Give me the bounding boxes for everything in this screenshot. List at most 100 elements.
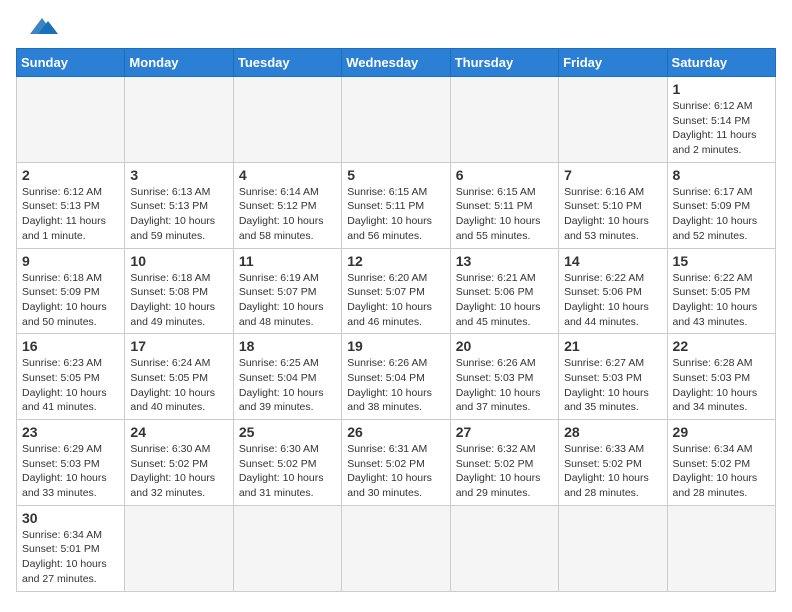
day-info: Sunrise: 6:29 AM Sunset: 5:03 PM Dayligh… [22,442,119,501]
day-info: Sunrise: 6:16 AM Sunset: 5:10 PM Dayligh… [564,185,661,244]
day-info: Sunrise: 6:22 AM Sunset: 5:05 PM Dayligh… [673,271,770,330]
calendar-cell: 13Sunrise: 6:21 AM Sunset: 5:06 PM Dayli… [450,248,558,334]
calendar-cell [342,505,450,591]
page-header [16,16,776,38]
calendar-cell: 5Sunrise: 6:15 AM Sunset: 5:11 PM Daylig… [342,162,450,248]
day-header-friday: Friday [559,49,667,77]
calendar-cell: 23 Sunrise: 6:29 AM Sunset: 5:03 PM Dayli… [17,420,125,506]
day-header-wednesday: Wednesday [342,49,450,77]
calendar-cell: 24Sunrise: 6:30 AM Sunset: 5:02 PM Dayli… [125,420,233,506]
calendar-cell [559,505,667,591]
day-number: 9 [22,253,119,269]
day-number: 17 [130,338,227,354]
day-number: 27 [456,424,553,440]
day-info: Sunrise: 6:27 AM Sunset: 5:03 PM Dayligh… [564,356,661,415]
calendar-cell [450,505,558,591]
day-info: Sunrise: 6:13 AM Sunset: 5:13 PM Dayligh… [130,185,227,244]
day-info: Sunrise: 6:12 AM Sunset: 5:14 PM Dayligh… [673,99,770,158]
logo-icon [20,16,58,38]
calendar-cell [667,505,775,591]
week-row-6: 30 Sunrise: 6:34 AM Sunset: 5:01 PM Dayli… [17,505,776,591]
day-info: Sunrise: 6:26 AM Sunset: 5:03 PM Dayligh… [456,356,553,415]
day-info: Sunrise: 6:24 AM Sunset: 5:05 PM Dayligh… [130,356,227,415]
day-number: 29 [673,424,770,440]
day-number: 13 [456,253,553,269]
calendar-cell: 7 Sunrise: 6:16 AM Sunset: 5:10 PM Daylig… [559,162,667,248]
day-info: Sunrise: 6:30 AM Sunset: 5:02 PM Dayligh… [130,442,227,501]
calendar-cell [342,77,450,163]
day-number: 19 [347,338,444,354]
week-row-2: 2 Sunrise: 6:12 AM Sunset: 5:13 PM Daylig… [17,162,776,248]
day-number: 25 [239,424,336,440]
calendar-cell: 22Sunrise: 6:28 AM Sunset: 5:03 PM Dayli… [667,334,775,420]
day-number: 8 [673,167,770,183]
day-number: 6 [456,167,553,183]
day-number: 30 [22,510,119,526]
day-number: 3 [130,167,227,183]
calendar-cell [125,77,233,163]
week-row-4: 16Sunrise: 6:23 AM Sunset: 5:05 PM Dayli… [17,334,776,420]
calendar-cell: 3 Sunrise: 6:13 AM Sunset: 5:13 PM Daylig… [125,162,233,248]
calendar-cell: 18Sunrise: 6:25 AM Sunset: 5:04 PM Dayli… [233,334,341,420]
week-row-1: 1 Sunrise: 6:12 AM Sunset: 5:14 PM Daylig… [17,77,776,163]
day-number: 10 [130,253,227,269]
week-row-5: 23 Sunrise: 6:29 AM Sunset: 5:03 PM Dayli… [17,420,776,506]
calendar-cell: 28Sunrise: 6:33 AM Sunset: 5:02 PM Dayli… [559,420,667,506]
day-info: Sunrise: 6:14 AM Sunset: 5:12 PM Dayligh… [239,185,336,244]
calendar-cell: 4 Sunrise: 6:14 AM Sunset: 5:12 PM Daylig… [233,162,341,248]
calendar-cell [17,77,125,163]
day-number: 16 [22,338,119,354]
day-number: 21 [564,338,661,354]
day-info: Sunrise: 6:30 AM Sunset: 5:02 PM Dayligh… [239,442,336,501]
calendar-cell: 10Sunrise: 6:18 AM Sunset: 5:08 PM Dayli… [125,248,233,334]
calendar-cell: 12 Sunrise: 6:20 AM Sunset: 5:07 PM Dayli… [342,248,450,334]
calendar-table: SundayMondayTuesdayWednesdayThursdayFrid… [16,48,776,592]
day-info: Sunrise: 6:19 AM Sunset: 5:07 PM Dayligh… [239,271,336,330]
calendar-cell: 26Sunrise: 6:31 AM Sunset: 5:02 PM Dayli… [342,420,450,506]
day-info: Sunrise: 6:33 AM Sunset: 5:02 PM Dayligh… [564,442,661,501]
day-number: 1 [673,81,770,97]
calendar-cell: 16Sunrise: 6:23 AM Sunset: 5:05 PM Dayli… [17,334,125,420]
day-number: 2 [22,167,119,183]
day-header-monday: Monday [125,49,233,77]
calendar-cell [233,77,341,163]
calendar-cell [450,77,558,163]
calendar-cell: 21 Sunrise: 6:27 AM Sunset: 5:03 PM Dayli… [559,334,667,420]
calendar-cell [233,505,341,591]
calendar-cell: 30 Sunrise: 6:34 AM Sunset: 5:01 PM Dayli… [17,505,125,591]
day-header-sunday: Sunday [17,49,125,77]
logo [16,16,58,38]
calendar-cell: 20Sunrise: 6:26 AM Sunset: 5:03 PM Dayli… [450,334,558,420]
week-row-3: 9Sunrise: 6:18 AM Sunset: 5:09 PM Daylig… [17,248,776,334]
calendar-cell: 1 Sunrise: 6:12 AM Sunset: 5:14 PM Daylig… [667,77,775,163]
day-number: 5 [347,167,444,183]
day-info: Sunrise: 6:15 AM Sunset: 5:11 PM Dayligh… [456,185,553,244]
calendar-cell: 19 Sunrise: 6:26 AM Sunset: 5:04 PM Dayli… [342,334,450,420]
day-number: 22 [673,338,770,354]
calendar-cell [125,505,233,591]
day-number: 23 [22,424,119,440]
day-info: Sunrise: 6:32 AM Sunset: 5:02 PM Dayligh… [456,442,553,501]
day-info: Sunrise: 6:34 AM Sunset: 5:02 PM Dayligh… [673,442,770,501]
day-number: 15 [673,253,770,269]
calendar-cell [559,77,667,163]
day-number: 12 [347,253,444,269]
calendar-cell: 27 Sunrise: 6:32 AM Sunset: 5:02 PM Dayli… [450,420,558,506]
day-header-thursday: Thursday [450,49,558,77]
day-info: Sunrise: 6:17 AM Sunset: 5:09 PM Dayligh… [673,185,770,244]
day-number: 4 [239,167,336,183]
day-number: 18 [239,338,336,354]
day-info: Sunrise: 6:26 AM Sunset: 5:04 PM Dayligh… [347,356,444,415]
day-info: Sunrise: 6:20 AM Sunset: 5:07 PM Dayligh… [347,271,444,330]
calendar-cell: 6 Sunrise: 6:15 AM Sunset: 5:11 PM Daylig… [450,162,558,248]
day-number: 7 [564,167,661,183]
calendar-cell: 9Sunrise: 6:18 AM Sunset: 5:09 PM Daylig… [17,248,125,334]
calendar-cell: 8 Sunrise: 6:17 AM Sunset: 5:09 PM Daylig… [667,162,775,248]
day-header-saturday: Saturday [667,49,775,77]
day-info: Sunrise: 6:12 AM Sunset: 5:13 PM Dayligh… [22,185,119,244]
calendar-cell: 17 Sunrise: 6:24 AM Sunset: 5:05 PM Dayli… [125,334,233,420]
day-number: 11 [239,253,336,269]
day-info: Sunrise: 6:34 AM Sunset: 5:01 PM Dayligh… [22,528,119,587]
calendar-cell: 11 Sunrise: 6:19 AM Sunset: 5:07 PM Dayli… [233,248,341,334]
calendar-cell: 2 Sunrise: 6:12 AM Sunset: 5:13 PM Daylig… [17,162,125,248]
